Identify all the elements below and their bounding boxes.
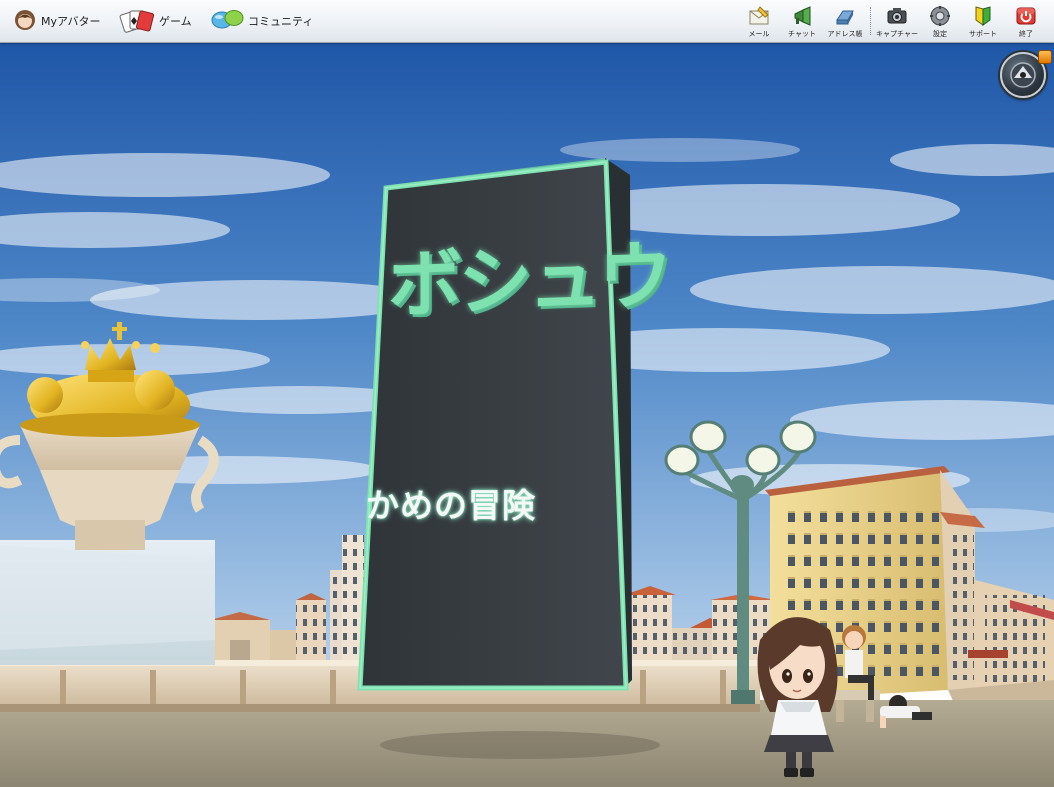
- support-button[interactable]: サポート: [961, 5, 1005, 39]
- gear-icon: [930, 6, 950, 26]
- address-book-button[interactable]: アドレス帳: [823, 5, 867, 39]
- nav-community-label: コミュニティ: [248, 15, 314, 28]
- nav-game[interactable]: ゲーム: [118, 6, 192, 36]
- monolith-title: ボシュウ: [388, 233, 668, 330]
- toolbar-separator: [870, 7, 872, 35]
- settings-button[interactable]: 設定: [918, 5, 962, 39]
- cards-icon: [118, 7, 155, 36]
- chat-button[interactable]: チャット: [780, 5, 824, 39]
- nav-game-label: ゲーム: [159, 15, 192, 28]
- capture-button[interactable]: キャプチャー: [875, 5, 919, 39]
- nav-my-avatar-label: Myアバター: [41, 15, 101, 28]
- mail-label: メール: [748, 30, 770, 38]
- camera-menu-badge[interactable]: [1038, 50, 1052, 64]
- megaphone-icon: [794, 6, 811, 26]
- nav-my-avatar[interactable]: Myアバター: [14, 6, 101, 36]
- settings-label: 設定: [933, 30, 947, 38]
- address-book-icon: [836, 10, 854, 25]
- beginner-mark-icon: [975, 6, 991, 26]
- mail-button[interactable]: メール: [737, 5, 781, 39]
- top-toolbar: Myアバター ゲーム コミュニティ メール チャット アドレス帳 キャプチャー …: [0, 0, 1054, 43]
- game-viewport[interactable]: ボシュウ かめの冒険 Myアバター ゲーム コミュニティ メール チャット アド…: [0, 0, 1054, 787]
- power-icon: [1016, 7, 1036, 25]
- exit-label: 終了: [1019, 30, 1033, 38]
- monolith-subtitle: かめの冒険: [366, 486, 536, 525]
- world-scene[interactable]: [0, 0, 1054, 787]
- address-book-label: アドレス帳: [827, 30, 863, 38]
- camera-icon: [887, 8, 907, 24]
- nav-community[interactable]: コミュニティ: [210, 6, 313, 36]
- capture-label: キャプチャー: [876, 30, 918, 38]
- chat-label: チャット: [788, 30, 816, 38]
- exit-button[interactable]: 終了: [1004, 5, 1048, 39]
- mail-icon: [749, 6, 769, 25]
- speech-bubbles-icon: [210, 8, 246, 35]
- avatar-icon: [14, 9, 36, 34]
- support-label: サポート: [969, 30, 997, 38]
